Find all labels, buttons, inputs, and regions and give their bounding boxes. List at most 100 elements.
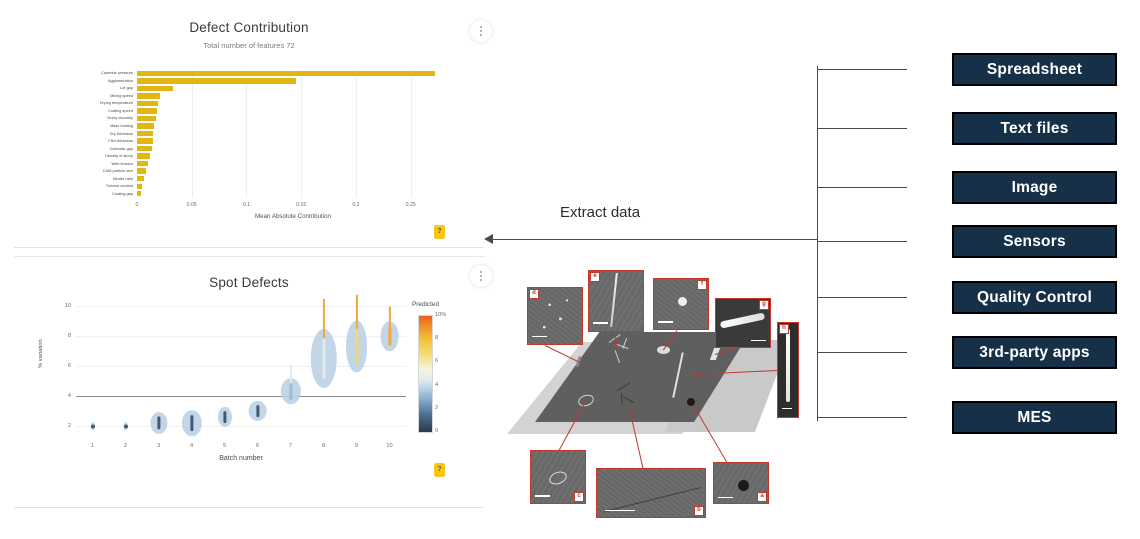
bar-category-label: Slurry viscosity: [107, 115, 133, 121]
bar-row[interactable]: Mixing speed: [110, 93, 449, 99]
bar-row[interactable]: Drying temperature: [100, 100, 449, 107]
violin-3[interactable]: [148, 409, 170, 437]
bar-category-label: Film thickness: [108, 138, 133, 144]
violin-xtick: 4: [189, 443, 194, 449]
source-stub-line: [817, 297, 907, 299]
violin-1[interactable]: [90, 420, 96, 433]
help-badge-bars[interactable]: ?: [434, 225, 445, 239]
bar-category-label: Mass loading: [110, 123, 133, 129]
violin-5[interactable]: [216, 404, 234, 430]
violin-ytick: 2: [67, 423, 71, 429]
violin-ytick: 10: [64, 303, 71, 309]
violin-core: [156, 416, 161, 430]
violin-core: [387, 326, 392, 346]
violin-9[interactable]: [343, 294, 371, 376]
bar-row[interactable]: Agglomeration: [108, 78, 449, 84]
violin-xtick: 8: [321, 443, 326, 449]
bar-category-label: Coating speed: [107, 107, 133, 113]
source-stub-line: [817, 69, 907, 71]
sem-panel-e[interactable]: e: [588, 270, 644, 332]
pinhole-feature: [738, 479, 750, 491]
defect-contribution-card: Defect Contribution Total number of feat…: [14, 8, 492, 248]
bar-row[interactable]: CAM particle size: [103, 168, 449, 174]
sem-panel-h[interactable]: h: [777, 322, 799, 418]
violin-xtick: 9: [354, 443, 359, 449]
violin-7[interactable]: [278, 365, 304, 407]
violin-4[interactable]: [179, 407, 205, 438]
bar-row[interactable]: Coating speed: [108, 108, 449, 114]
bar-row[interactable]: Calendar pressure: [101, 70, 449, 76]
source-button-sensors[interactable]: Sensors: [952, 225, 1117, 258]
sem-panel-a[interactable]: a: [713, 462, 769, 504]
violin-core: [123, 424, 128, 428]
panel-label-g: g: [759, 300, 769, 310]
bar-row[interactable]: Dry thickness: [110, 130, 449, 137]
bar-category-label: Calendar pressure: [100, 70, 133, 76]
bar-row[interactable]: Binder ratio: [113, 176, 449, 182]
bar-row[interactable]: Web tension: [111, 160, 449, 167]
bar-row[interactable]: Density of slurry: [105, 153, 449, 159]
colorbar-tick: 2: [435, 404, 439, 411]
colorbar-tick: 6: [435, 358, 439, 365]
bar-row[interactable]: Coating gap: [112, 191, 449, 197]
left-arrow-icon: [484, 234, 493, 244]
violin-xtick: 10: [386, 443, 393, 449]
violin-core: [321, 338, 326, 379]
bar: [137, 145, 152, 152]
bar-category-label: Density of slurry: [105, 153, 133, 159]
bar-category-label: Drying temperature: [99, 100, 133, 106]
source-button-quality-control[interactable]: Quality Control: [952, 281, 1117, 314]
colorbar-title: Predicted: [412, 301, 439, 308]
kebab-menu-icon-2[interactable]: [470, 265, 492, 287]
bar-row[interactable]: Calendar gap: [110, 145, 449, 152]
streak-feature: [604, 486, 702, 513]
bar: [137, 115, 156, 122]
violin-chart-plot-area: 2 4 6 8 10 1 2 3 4 5 6 7 8 9 10: [65, 294, 406, 449]
violin-xtick: 3: [156, 443, 161, 449]
panel-label-a: a: [757, 492, 767, 502]
source-button-spreadsheet[interactable]: Spreadsheet: [952, 53, 1117, 86]
bar: [137, 70, 435, 76]
colorbar-tick: 8: [435, 335, 439, 342]
blister-feature: [677, 297, 687, 306]
kebab-menu-icon[interactable]: [470, 20, 492, 42]
violin-xtick: 5: [222, 443, 227, 449]
bar-row[interactable]: Lot gap: [120, 85, 449, 92]
edge-burr-feature: [720, 312, 766, 329]
violin-10[interactable]: [378, 306, 402, 353]
violin-xtick: 1: [90, 443, 95, 449]
sem-panel-f[interactable]: f: [653, 278, 709, 330]
violin-xtick: 7: [288, 443, 293, 449]
help-badge-violin[interactable]: ?: [434, 463, 445, 477]
bar-xtick: 0: [135, 202, 139, 208]
violin-core: [354, 328, 359, 365]
panel-label-f: f: [697, 280, 707, 290]
sem-panel-b[interactable]: b: [596, 468, 706, 518]
bar-row[interactable]: Mass loading: [110, 123, 449, 129]
violin-ytick: 8: [67, 333, 71, 339]
sem-panel-g[interactable]: g: [715, 298, 771, 348]
bar: [137, 168, 146, 174]
source-button-text-files[interactable]: Text files: [952, 112, 1117, 145]
violin-2[interactable]: [123, 420, 129, 433]
scale-bar: [717, 496, 734, 499]
violin-6[interactable]: [246, 398, 270, 424]
bar: [137, 123, 154, 129]
source-button-3rd-party-apps[interactable]: 3rd-party apps: [952, 336, 1117, 369]
violin-chart-yaxis-label: % variation: [38, 339, 44, 368]
bar-chart-plot-area: 0 0.05 0.1 0.15 0.2 0.25 Calendar pressure Aggl…: [100, 70, 449, 208]
panel-label-h: h: [779, 324, 789, 334]
sem-panel-d[interactable]: d: [527, 287, 583, 345]
source-button-image[interactable]: Image: [952, 171, 1117, 204]
bar-row[interactable]: Film thickness: [108, 138, 449, 144]
sem-panel-c[interactable]: c: [530, 450, 586, 504]
bar-category-label: Binder ratio: [113, 175, 133, 181]
bar-category-label: Dry thickness: [109, 130, 133, 136]
bar-row[interactable]: Solvent content: [106, 183, 449, 189]
violin-core: [255, 404, 260, 418]
violin-8[interactable]: [307, 298, 341, 392]
bar-xtick: 0.1: [242, 202, 251, 208]
colorbar-tick: 10%: [435, 312, 447, 318]
source-button-mes[interactable]: MES: [952, 401, 1117, 434]
bar-row[interactable]: Slurry viscosity: [107, 115, 449, 122]
